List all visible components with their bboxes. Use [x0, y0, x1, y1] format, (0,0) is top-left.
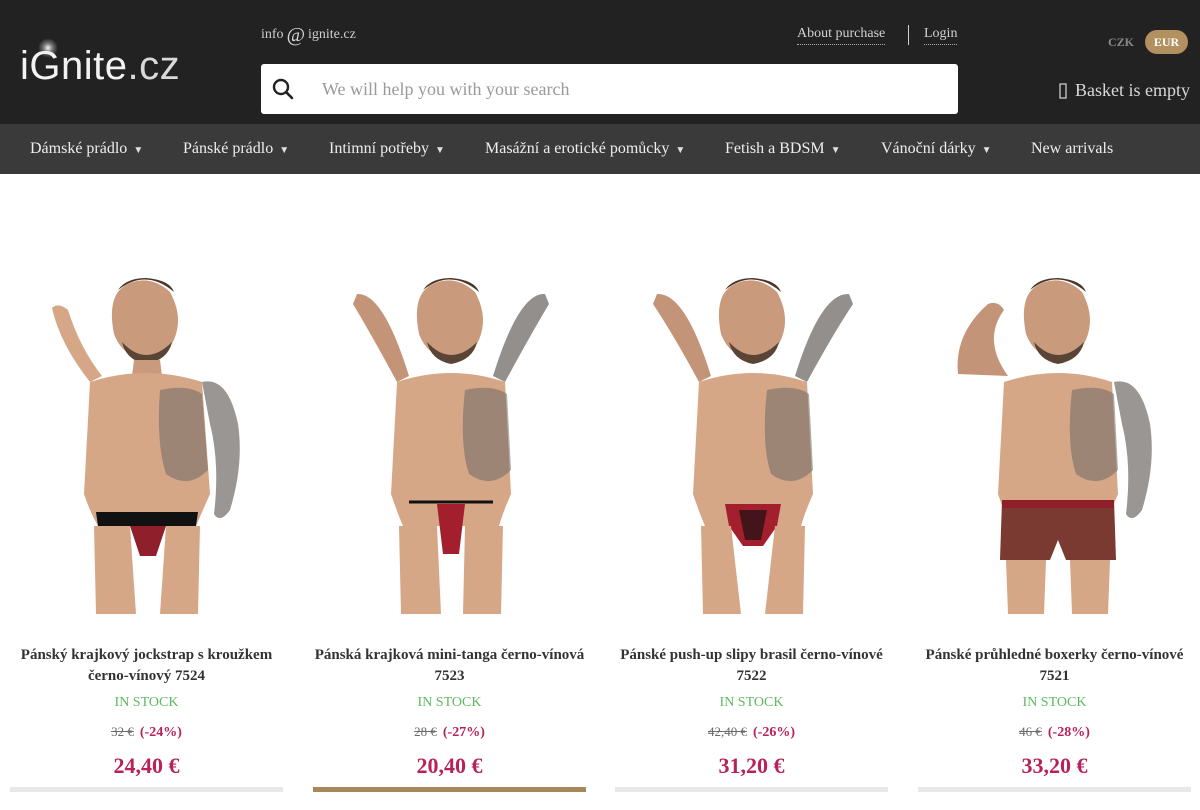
product-card[interactable]: Pánské push-up slipy brasil černo-vínové… [615, 250, 888, 810]
nav-item-masazni-pomucky[interactable]: Masážní a erotické pomůcky ▼ [485, 124, 685, 174]
logo-brand: iGnite [20, 44, 128, 88]
at-icon: @ [286, 24, 305, 46]
nav-item-fetish-bdsm[interactable]: Fetish a BDSM ▼ [725, 124, 840, 174]
old-price-row: 42,40 € (-26%) [615, 724, 888, 741]
basket-icon [1059, 82, 1067, 99]
nav-item-label: Fetish a BDSM [725, 140, 825, 157]
stock-status: IN STOCK [417, 695, 482, 710]
chevron-down-icon: ▼ [133, 145, 144, 156]
search-icon[interactable] [271, 77, 295, 101]
product-title[interactable]: Pánské průhledné boxerky černo-vínové 75… [918, 645, 1191, 687]
add-to-cart-bar[interactable] [313, 787, 586, 792]
nav-item-label: Masážní a erotické pomůcky [485, 140, 670, 157]
nav-item-new-arrivals[interactable]: New arrivals [1031, 124, 1113, 174]
chevron-down-icon: ▼ [279, 145, 290, 156]
product-card[interactable]: Pánský krajkový jockstrap s kroužkem čer… [10, 250, 283, 810]
contact-email[interactable]: info @ ignite.cz [261, 24, 356, 46]
site-logo[interactable]: iGnite.cz [20, 38, 200, 98]
nav-item-damske-pradlo[interactable]: Dámské prádlo ▼ [30, 124, 143, 174]
add-to-cart-bar[interactable] [918, 787, 1191, 792]
login-link[interactable]: Login [924, 26, 958, 45]
search-input[interactable] [311, 64, 941, 114]
nav-item-label: Dámské prádlo [30, 140, 128, 157]
basket[interactable]: Basket is empty [1059, 80, 1190, 101]
chevron-down-icon: ▼ [830, 145, 841, 156]
product-image[interactable] [10, 264, 283, 614]
add-to-cart-bar[interactable] [10, 787, 283, 792]
discount-badge: (-26%) [753, 725, 795, 740]
email-domain: ignite.cz [307, 27, 356, 42]
about-purchase-link[interactable]: About purchase [797, 26, 886, 45]
site-header: iGnite.cz info @ ignite.cz About purchas… [0, 0, 1200, 124]
discount-badge: (-27%) [442, 725, 485, 740]
email-user: info [261, 27, 284, 42]
basket-label: Basket is empty [1075, 80, 1190, 100]
product-title[interactable]: Pánský krajkový jockstrap s kroužkem čer… [10, 645, 283, 687]
logo-tld: .cz [127, 44, 181, 88]
old-price: 28 € [414, 724, 437, 739]
product-price: 31,20 € [718, 753, 785, 778]
old-price-row: 46 € (-28%) [918, 724, 1191, 741]
main-nav: Dámské prádlo ▼ Pánské prádlo ▼ Intimní po… [0, 124, 1200, 174]
stock-status: IN STOCK [114, 695, 179, 710]
product-image[interactable] [918, 264, 1191, 614]
nav-item-label: New arrivals [1031, 140, 1114, 157]
chevron-down-icon: ▼ [981, 145, 992, 156]
search-bar [261, 64, 958, 114]
currency-eur[interactable]: EUR [1145, 30, 1188, 54]
product-price: 20,40 € [416, 753, 483, 778]
product-image[interactable] [615, 264, 888, 614]
nav-item-label: Vánoční dárky [881, 140, 976, 157]
product-price: 33,20 € [1021, 753, 1088, 778]
old-price: 32 € [111, 724, 134, 739]
product-card[interactable]: Pánské průhledné boxerky černo-vínové 75… [918, 250, 1191, 810]
logo-text: iGnite.cz [20, 44, 180, 89]
add-to-cart-bar[interactable] [615, 787, 888, 792]
old-price-row: 28 € (-27%) [313, 724, 586, 741]
nav-item-intimni-potreby[interactable]: Intimní potřeby ▼ [329, 124, 445, 174]
chevron-down-icon: ▼ [675, 145, 686, 156]
product-image[interactable] [313, 264, 586, 614]
nav-item-panske-pradlo[interactable]: Pánské prádlo ▼ [183, 124, 289, 174]
stock-status: IN STOCK [1022, 695, 1087, 710]
stock-status: IN STOCK [719, 695, 784, 710]
discount-badge: (-28%) [1047, 725, 1090, 740]
product-card[interactable]: Pánská krajková mini-tanga černo-vínová … [313, 250, 586, 810]
currency-czk[interactable]: CZK [1102, 30, 1140, 54]
product-title[interactable]: Pánské push-up slipy brasil černo-vínové… [615, 645, 888, 687]
product-price: 24,40 € [113, 753, 180, 778]
nav-item-label: Pánské prádlo [183, 140, 274, 157]
product-title[interactable]: Pánská krajková mini-tanga černo-vínová … [313, 645, 586, 687]
old-price: 46 € [1019, 724, 1042, 739]
nav-item-vanocni-darky[interactable]: Vánoční dárky ▼ [881, 124, 992, 174]
nav-item-label: Intimní potřeby [329, 140, 429, 157]
discount-badge: (-24%) [139, 725, 182, 740]
top-links-divider [908, 25, 909, 45]
old-price: 42,40 € [708, 724, 747, 739]
old-price-row: 32 € (-24%) [10, 724, 283, 741]
chevron-down-icon: ▼ [434, 145, 445, 156]
